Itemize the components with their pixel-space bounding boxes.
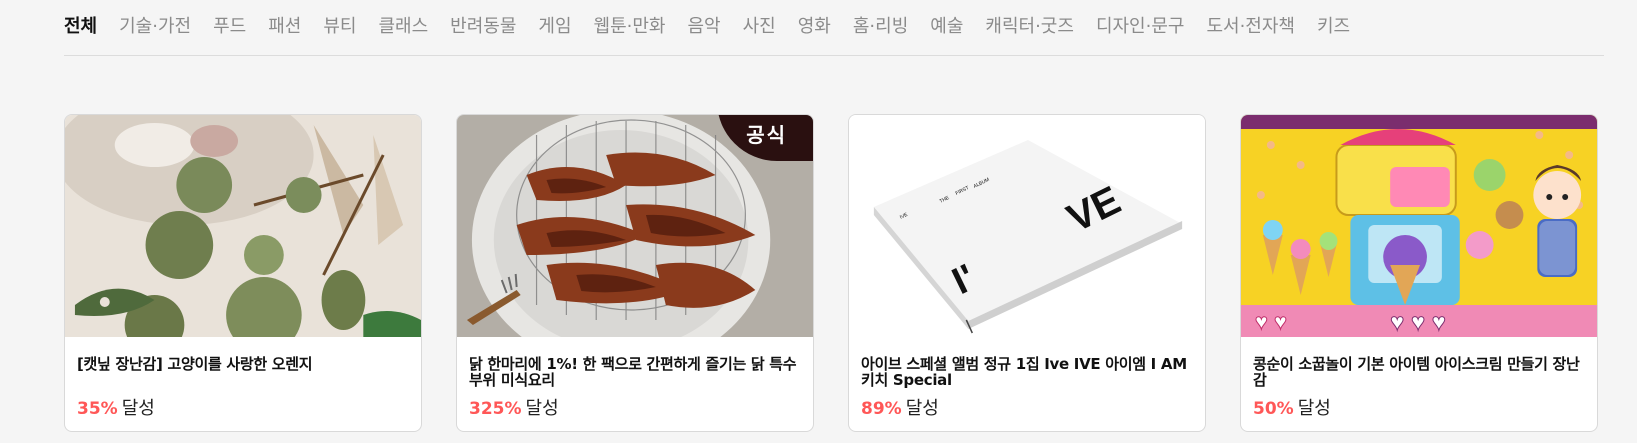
svg-text:♥ ♥: ♥ ♥ <box>1255 309 1287 334</box>
funding-status: 89% 달성 <box>861 398 939 420</box>
tab-home-living[interactable]: 홈·리빙 <box>853 16 908 38</box>
tab-pets[interactable]: 반려동물 <box>450 16 516 38</box>
project-title[interactable]: 콩순이 소꿉놀이 기본 아이템 아이스크림 만들기 장난감 <box>1253 356 1585 388</box>
tab-beauty[interactable]: 뷰티 <box>323 16 356 38</box>
tab-all[interactable]: 전체 <box>64 16 97 38</box>
tab-fashion[interactable]: 패션 <box>268 16 301 38</box>
project-thumbnail[interactable]: ♥ ♥ ♥ ♥ ♥ <box>1241 115 1597 337</box>
project-thumbnail[interactable]: I' VE IVE THE FIRST ALBUM <box>849 115 1205 337</box>
funding-percent: 35% <box>77 399 118 419</box>
project-card[interactable]: I' VE IVE THE FIRST ALBUM 아이브 스페셜 앨범 정규 … <box>848 114 1206 432</box>
tab-food[interactable]: 푸드 <box>213 16 246 38</box>
tab-music[interactable]: 음악 <box>688 16 721 38</box>
tab-game[interactable]: 게임 <box>538 16 571 38</box>
funding-status: 50% 달성 <box>1253 398 1331 420</box>
funding-achieved-label: 달성 <box>525 398 559 419</box>
funding-percent: 89% <box>861 399 902 419</box>
tab-tech-appliance[interactable]: 기술·가전 <box>119 16 191 38</box>
tab-movie[interactable]: 영화 <box>798 16 831 38</box>
page: 전체 기술·가전 푸드 패션 뷰티 클래스 반려동물 게임 웹툰·만화 음악 사… <box>0 0 1637 443</box>
funding-achieved-label: 달성 <box>121 398 155 419</box>
cat-catnip-image <box>65 115 421 337</box>
tab-kids[interactable]: 키즈 <box>1317 16 1350 38</box>
funding-percent: 325% <box>469 399 522 419</box>
project-card[interactable]: [캣닢 장난감] 고양이를 사랑한 오렌지 35% 달성 <box>64 114 422 432</box>
project-card-list: [캣닢 장난감] 고양이를 사랑한 오렌지 35% 달성 공식 닭 한마리에 1… <box>64 114 1604 432</box>
project-thumbnail[interactable] <box>65 115 421 337</box>
project-title[interactable]: 닭 한마리에 1%! 한 팩으로 간편하게 즐기는 닭 특수부위 미식요리 <box>469 356 801 388</box>
svg-text:♥ ♥ ♥: ♥ ♥ ♥ <box>1390 309 1446 336</box>
ive-album-image: I' VE IVE THE FIRST ALBUM <box>849 115 1205 337</box>
tab-photo[interactable]: 사진 <box>743 16 776 38</box>
funding-achieved-label: 달성 <box>1297 398 1331 419</box>
funding-status: 35% 달성 <box>77 398 155 420</box>
project-card[interactable]: 공식 닭 한마리에 1%! 한 팩으로 간편하게 즐기는 닭 특수부위 미식요리… <box>456 114 814 432</box>
funding-percent: 50% <box>1253 399 1294 419</box>
tab-character-goods[interactable]: 캐릭터·굿즈 <box>985 16 1074 38</box>
project-thumbnail[interactable]: 공식 <box>457 115 813 337</box>
tab-class[interactable]: 클래스 <box>378 16 428 38</box>
project-title[interactable]: 아이브 스페셜 앨범 정규 1집 Ive IVE 아이엠 I AM 키치 Spe… <box>861 356 1193 388</box>
funding-achieved-label: 달성 <box>905 398 939 419</box>
tab-art[interactable]: 예술 <box>930 16 963 38</box>
project-title[interactable]: [캣닢 장난감] 고양이를 사랑한 오렌지 <box>77 356 409 372</box>
tab-books-ebooks[interactable]: 도서·전자책 <box>1206 16 1295 38</box>
tab-webtoon-comics[interactable]: 웹툰·만화 <box>594 16 666 38</box>
official-badge-label: 공식 <box>746 123 787 147</box>
funding-status: 325% 달성 <box>469 398 559 420</box>
category-tabs: 전체 기술·가전 푸드 패션 뷰티 클래스 반려동물 게임 웹툰·만화 음악 사… <box>64 16 1604 56</box>
project-card[interactable]: ♥ ♥ ♥ ♥ ♥ 콩순이 소꿉놀이 기본 아이템 아이스크림 만들기 장난감 … <box>1240 114 1598 432</box>
tab-design-stationery[interactable]: 디자인·문구 <box>1096 16 1185 38</box>
toy-ice-cream-image: ♥ ♥ ♥ ♥ ♥ <box>1241 115 1597 337</box>
